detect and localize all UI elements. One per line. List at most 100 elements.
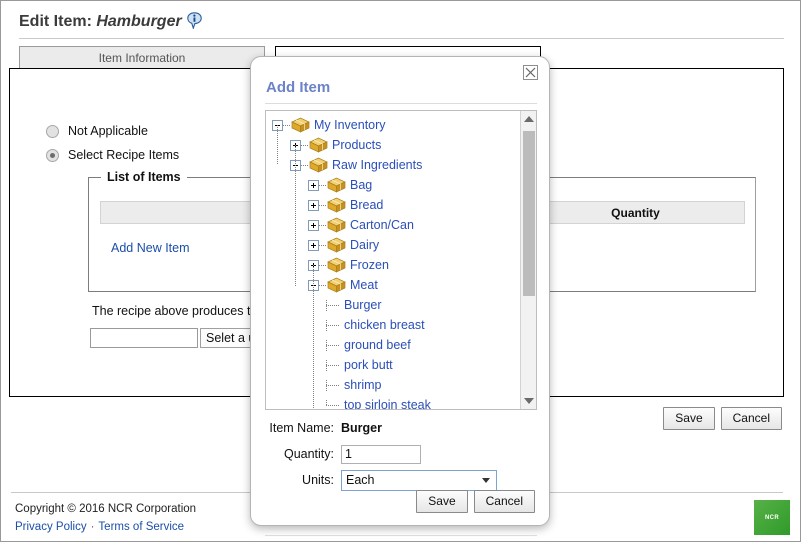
- form-row-item-name: Item Name: Burger: [265, 417, 537, 439]
- list-of-items-legend: List of Items: [101, 170, 187, 184]
- tree-node-label[interactable]: My Inventory: [314, 115, 386, 135]
- quantity-input[interactable]: 1: [341, 444, 421, 464]
- page-save-button[interactable]: Save: [663, 407, 715, 430]
- tree-connector: [283, 124, 290, 126]
- tree-connector: [301, 144, 308, 146]
- package-folder-icon: [327, 177, 346, 193]
- tree-node-label[interactable]: Carton/Can: [350, 215, 414, 235]
- tree-leaf-connector: [326, 359, 344, 371]
- tree-connector: [319, 184, 326, 186]
- scroll-down-icon[interactable]: [521, 393, 536, 409]
- radio-not-applicable[interactable]: [46, 124, 59, 138]
- modal-cancel-button[interactable]: Cancel: [473, 490, 535, 513]
- radio-option-select-recipe-items[interactable]: Select Recipe Items: [46, 148, 179, 162]
- modal-save-button[interactable]: Save: [416, 490, 468, 513]
- tree-indent-guide: [295, 145, 296, 287]
- tree-node[interactable]: Burger: [272, 295, 520, 315]
- tree-node[interactable]: My Inventory: [272, 115, 520, 135]
- radio-select-recipe-items[interactable]: [46, 148, 59, 162]
- tree-node[interactable]: chicken breast: [272, 315, 520, 335]
- units-selected-value: Each: [346, 472, 375, 487]
- tree-connector: [301, 164, 308, 166]
- tab-item-information[interactable]: Item Information: [19, 46, 265, 69]
- tree-node[interactable]: Bread: [272, 195, 520, 215]
- tree-connector: [319, 204, 326, 206]
- footer-link-separator: ·: [90, 521, 95, 533]
- expand-icon[interactable]: [308, 239, 319, 251]
- scrollbar-thumb[interactable]: [523, 131, 535, 296]
- terms-of-service-link[interactable]: Terms of Service: [98, 521, 184, 533]
- tree-leaf-connector: [326, 379, 344, 391]
- tree-node-label[interactable]: Bag: [350, 175, 372, 195]
- tree-node[interactable]: ground beef: [272, 335, 520, 355]
- footer-links: Privacy Policy · Terms of Service: [15, 521, 184, 533]
- tree-node-label[interactable]: Dairy: [350, 235, 379, 255]
- radio-label-select-recipe-items: Select Recipe Items: [68, 148, 180, 162]
- expand-icon[interactable]: [308, 219, 319, 231]
- tree-node-label[interactable]: Raw Ingredients: [332, 155, 422, 175]
- page-title: Edit Item: Hamburger: [19, 12, 202, 31]
- tree-connector: [319, 244, 326, 246]
- tree-leaf-connector: [326, 299, 344, 311]
- tree-node[interactable]: Carton/Can: [272, 215, 520, 235]
- tree-connector: [319, 224, 326, 226]
- page-action-buttons: Save Cancel: [663, 407, 782, 430]
- tree-connector: [319, 284, 326, 286]
- scroll-up-icon[interactable]: [521, 111, 536, 127]
- tree-node[interactable]: Frozen: [272, 255, 520, 275]
- privacy-policy-link[interactable]: Privacy Policy: [15, 521, 87, 533]
- quantity-label: Quantity:: [283, 447, 334, 461]
- tree-connector: [319, 264, 326, 266]
- tree-node-label[interactable]: pork butt: [344, 355, 393, 375]
- tree-indent-guide: [313, 265, 314, 409]
- tree-node[interactable]: top sirloin steak: [272, 395, 520, 410]
- tree-node[interactable]: Products: [272, 135, 520, 155]
- close-icon[interactable]: [523, 65, 538, 80]
- modal-footer-divider: [265, 535, 537, 536]
- tree-node[interactable]: Raw Ingredients: [272, 155, 520, 175]
- page-cancel-button[interactable]: Cancel: [720, 407, 782, 430]
- tree-leaf-connector: [326, 339, 344, 351]
- expand-icon[interactable]: [308, 179, 319, 191]
- recipe-yield-quantity-input[interactable]: [90, 328, 198, 348]
- modal-title: Add Item: [266, 79, 331, 96]
- browser-viewport: Edit Item: Hamburger Item Information No…: [0, 0, 801, 542]
- tree-node[interactable]: Meat: [272, 275, 520, 295]
- title-divider: [19, 38, 784, 39]
- info-icon[interactable]: [186, 12, 202, 30]
- tree-node-label[interactable]: top sirloin steak: [344, 395, 431, 409]
- units-label: Units:: [302, 473, 334, 487]
- tree-node-label[interactable]: Products: [332, 135, 381, 155]
- package-folder-icon: [309, 137, 328, 153]
- item-name-label: Item Name:: [269, 421, 334, 435]
- tree-leaf-connector: [326, 399, 344, 410]
- inventory-tree: My Inventory Products Raw Ingredients Bag Br…: [266, 111, 520, 409]
- radio-option-not-applicable[interactable]: Not Applicable: [46, 124, 148, 138]
- add-new-item-link[interactable]: Add New Item: [111, 241, 190, 255]
- package-folder-icon: [327, 277, 346, 293]
- tree-vertical-scrollbar[interactable]: [520, 111, 536, 409]
- tree-node-label[interactable]: Frozen: [350, 255, 389, 275]
- tree-node-label[interactable]: ground beef: [344, 335, 411, 355]
- ncr-logo: NCR: [754, 500, 790, 535]
- modal-action-buttons: Save Cancel: [416, 490, 535, 513]
- tree-node-label[interactable]: Bread: [350, 195, 383, 215]
- units-select[interactable]: Each: [341, 469, 497, 491]
- page-title-item-name: Hamburger: [96, 13, 182, 30]
- add-item-modal: Add Item My Inventory Products Raw Ingredi…: [250, 56, 550, 536]
- add-item-form: Item Name: Burger Quantity: 1 Units: Eac…: [265, 417, 537, 495]
- item-name-value: Burger: [341, 421, 382, 435]
- tree-node[interactable]: pork butt: [272, 355, 520, 375]
- radio-label-not-applicable: Not Applicable: [68, 124, 148, 138]
- package-folder-icon: [327, 257, 346, 273]
- tree-node-label[interactable]: shrimp: [344, 375, 382, 395]
- tree-node-label[interactable]: chicken breast: [344, 315, 425, 335]
- modal-title-divider: [265, 103, 537, 104]
- tree-node[interactable]: shrimp: [272, 375, 520, 395]
- expand-icon[interactable]: [308, 199, 319, 211]
- page-title-prefix: Edit Item:: [19, 13, 92, 30]
- tree-node[interactable]: Dairy: [272, 235, 520, 255]
- tree-node-label[interactable]: Meat: [350, 275, 378, 295]
- tree-node[interactable]: Bag: [272, 175, 520, 195]
- tree-node-label[interactable]: Burger: [344, 295, 382, 315]
